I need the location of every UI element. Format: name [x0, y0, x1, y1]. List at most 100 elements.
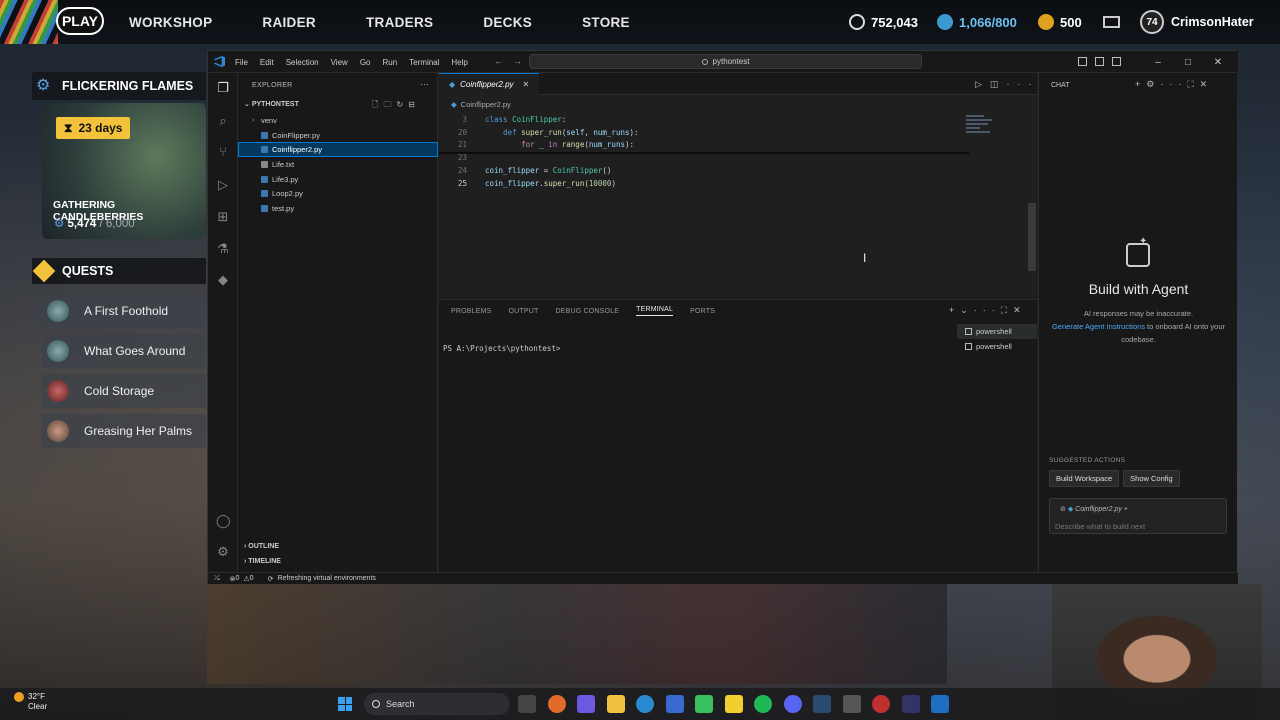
- edge-icon[interactable]: [636, 695, 654, 713]
- remote-icon[interactable]: ⤯: [214, 575, 220, 583]
- more-actions-icon[interactable]: ···: [420, 79, 429, 89]
- notes-icon[interactable]: [724, 695, 743, 713]
- run-debug-icon[interactable]: ▷: [216, 178, 230, 192]
- event-header[interactable]: ⚙ FLICKERING FLAMES: [32, 72, 206, 100]
- menu-file[interactable]: File: [235, 58, 248, 67]
- search-icon[interactable]: ⌕: [216, 114, 230, 128]
- new-terminal-icon[interactable]: +⌄: [949, 305, 974, 315]
- steam-icon[interactable]: [813, 695, 831, 713]
- spotify-icon[interactable]: [754, 695, 772, 713]
- terminal-item[interactable]: powershell: [957, 324, 1037, 339]
- build-workspace-button[interactable]: Build Workspace: [1049, 470, 1120, 487]
- python-icon[interactable]: ◆: [216, 273, 230, 287]
- new-file-icon[interactable]: 🗋: [372, 100, 383, 109]
- close-tab-icon[interactable]: ✕: [523, 80, 530, 89]
- quests-header[interactable]: QUESTS: [32, 258, 206, 284]
- extensions-icon[interactable]: ⊞: [216, 210, 230, 224]
- generate-instructions-link[interactable]: Generate Agent Instructions: [1052, 322, 1145, 331]
- kick-icon[interactable]: [695, 695, 713, 713]
- add-context-icon[interactable]: +: [1122, 506, 1128, 513]
- editor-tab-active[interactable]: ◆ Coinflipper2.py ✕: [439, 73, 539, 95]
- taskbar-search[interactable]: Search: [364, 693, 510, 715]
- minimap[interactable]: [966, 115, 1006, 155]
- menu-terminal[interactable]: Terminal: [409, 58, 439, 67]
- new-folder-icon[interactable]: 🗀: [383, 100, 396, 109]
- tab-terminal[interactable]: TERMINAL: [636, 306, 674, 316]
- mail-icon[interactable]: [1103, 0, 1120, 44]
- context-chip[interactable]: ⊘ ◆ Coinflipper2.py +: [1060, 505, 1128, 513]
- tab-ports[interactable]: PORTS: [690, 308, 715, 315]
- gear-icon[interactable]: ⚙: [1146, 79, 1160, 89]
- more-actions-icon[interactable]: ···: [1160, 79, 1187, 89]
- nav-store[interactable]: STORE: [582, 15, 630, 30]
- settings-gear-icon[interactable]: ⚙: [216, 545, 230, 559]
- nav-back-forward-icons[interactable]: ←→: [494, 56, 532, 66]
- terminal-prompt[interactable]: PS A:\Projects\pythontest>: [443, 344, 560, 353]
- tree-item-file-selected[interactable]: Coinflipper2.py: [238, 142, 438, 158]
- vscode-taskbar-icon[interactable]: [931, 695, 949, 713]
- maximize-icon[interactable]: □: [1173, 57, 1203, 68]
- task-view-icon[interactable]: [518, 695, 536, 713]
- close-icon[interactable]: ✕: [1200, 79, 1214, 89]
- quest-item[interactable]: What Goes Around: [42, 334, 206, 368]
- store-icon[interactable]: [665, 695, 684, 713]
- weather-widget[interactable]: 32°F Clear: [14, 692, 47, 712]
- explorer-icon[interactable]: ❐: [216, 81, 230, 95]
- quest-item[interactable]: Cold Storage: [42, 374, 206, 408]
- collapse-all-icon[interactable]: ⊟: [408, 100, 420, 109]
- nav-traders[interactable]: TRADERS: [366, 15, 433, 30]
- quest-item[interactable]: Greasing Her Palms: [42, 414, 206, 448]
- workspace-root[interactable]: ⌄ PYTHONTEST: [244, 100, 299, 108]
- file-explorer-icon[interactable]: [606, 695, 625, 713]
- refresh-icon[interactable]: ↻: [396, 100, 408, 109]
- menu-run[interactable]: Run: [382, 58, 397, 67]
- menu-go[interactable]: Go: [360, 58, 371, 67]
- source-control-icon[interactable]: ⑂: [216, 145, 230, 159]
- chat-input[interactable]: ⊘ ◆ Coinflipper2.py + Describe what to b…: [1049, 498, 1227, 534]
- terminal-item[interactable]: powershell: [957, 339, 1037, 354]
- tab-problems[interactable]: PROBLEMS: [451, 308, 492, 315]
- testing-icon[interactable]: ⚗: [216, 242, 230, 256]
- toggle-primary-sidebar-icon[interactable]: [1078, 57, 1087, 66]
- windows-start-icon[interactable]: [338, 697, 352, 711]
- close-icon[interactable]: ✕: [1203, 57, 1233, 68]
- breadcrumb[interactable]: ◆ Coinflipper2.py: [451, 100, 511, 109]
- firefox-icon[interactable]: [547, 695, 566, 713]
- account-icon[interactable]: ◯: [216, 514, 231, 528]
- maximize-panel-icon[interactable]: ⛶: [1001, 305, 1013, 315]
- menu-edit[interactable]: Edit: [260, 58, 274, 67]
- quest-item[interactable]: A First Foothold: [42, 294, 206, 328]
- more-actions-icon[interactable]: ···: [974, 305, 1001, 315]
- tree-item-file[interactable]: Loop2.py: [238, 186, 438, 201]
- outline-section[interactable]: › OUTLINE: [244, 543, 279, 550]
- maximize-icon[interactable]: ⛶: [1187, 79, 1199, 89]
- discord-icon[interactable]: [783, 695, 802, 713]
- more-actions-icon[interactable]: ···: [1006, 79, 1039, 89]
- app-icon[interactable]: [842, 695, 861, 713]
- app-icon[interactable]: [577, 695, 595, 713]
- menu-view[interactable]: View: [331, 58, 348, 67]
- tree-item-venv[interactable]: › venv: [238, 113, 438, 128]
- editor-scrollbar[interactable]: [1028, 203, 1036, 271]
- tree-item-file[interactable]: test.py: [238, 201, 438, 216]
- player-profile[interactable]: 74 CrimsonHater: [1140, 9, 1254, 35]
- menu-help[interactable]: Help: [451, 58, 467, 67]
- nav-decks[interactable]: DECKS: [483, 15, 532, 30]
- split-editor-icon[interactable]: ◫: [990, 79, 1007, 89]
- tab-debug-console[interactable]: DEBUG CONSOLE: [555, 308, 619, 315]
- close-panel-icon[interactable]: ✕: [1013, 305, 1027, 315]
- command-center-search[interactable]: pythontest: [529, 54, 922, 69]
- app-icon[interactable]: [901, 695, 920, 713]
- menu-selection[interactable]: Selection: [286, 58, 319, 67]
- nav-raider[interactable]: RAIDER: [262, 15, 316, 30]
- tree-item-file[interactable]: CoinFlipper.py: [238, 128, 438, 143]
- timeline-section[interactable]: › TIMELINE: [244, 558, 281, 565]
- nav-workshop[interactable]: WORKSHOP: [129, 15, 212, 30]
- tree-item-file[interactable]: Life.txt: [238, 157, 438, 172]
- play-button[interactable]: PLAY: [56, 7, 104, 35]
- app-icon[interactable]: [872, 695, 890, 713]
- tab-output[interactable]: OUTPUT: [509, 308, 539, 315]
- event-card[interactable]: ⧗ 23 days GATHERING CANDLEBERRIES ⚙ 5,47…: [42, 103, 206, 239]
- minimize-icon[interactable]: –: [1143, 57, 1173, 68]
- run-python-icon[interactable]: ▷: [975, 79, 990, 89]
